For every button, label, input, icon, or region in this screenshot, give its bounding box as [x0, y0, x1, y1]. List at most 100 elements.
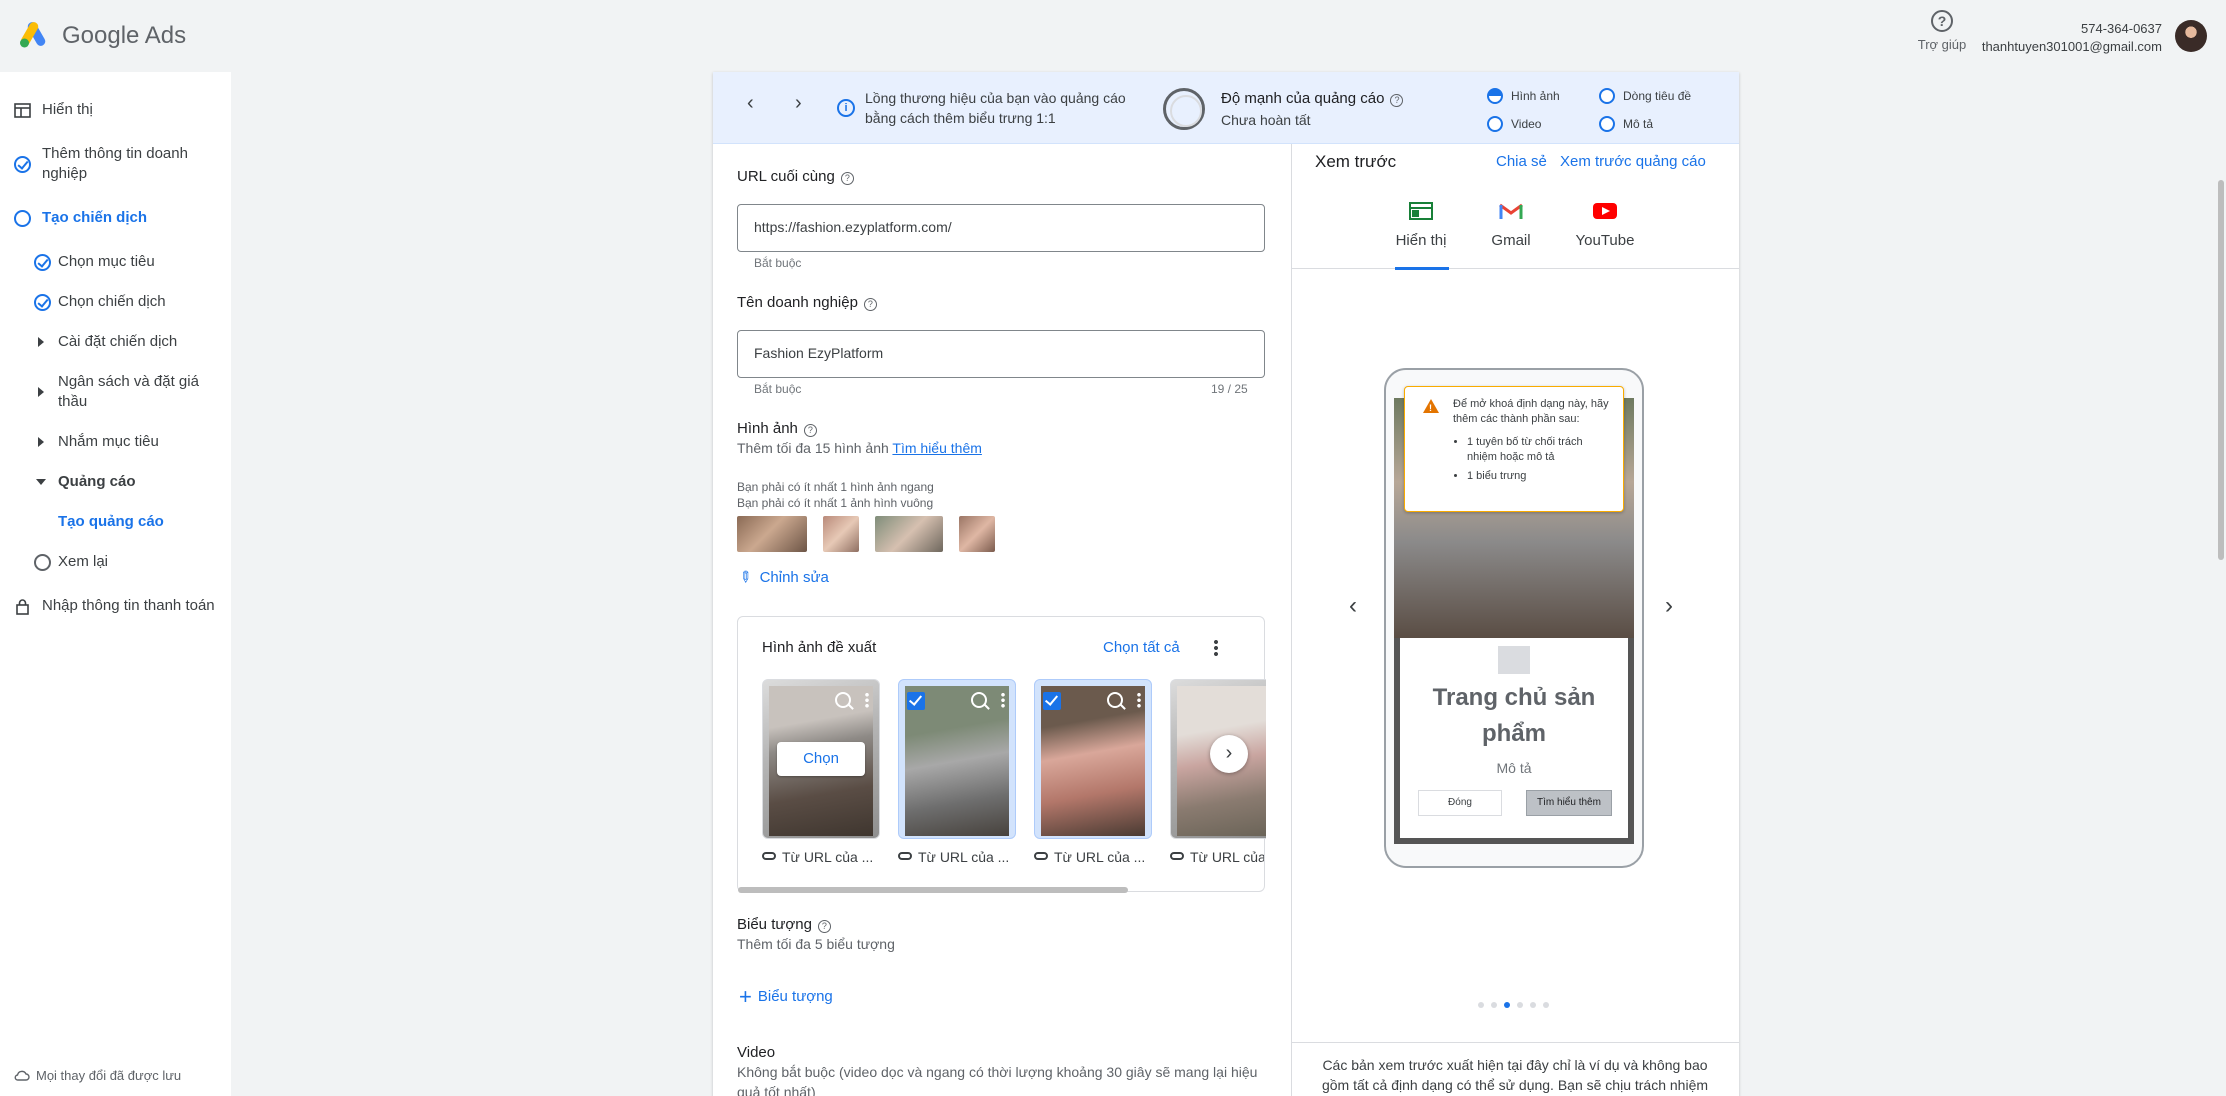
- tab-youtube[interactable]: YouTube: [1573, 202, 1637, 249]
- images-subtitle: Thêm tối đa 15 hình ảnh Tìm hiểu thêm: [737, 440, 982, 456]
- image-thumbnail[interactable]: [875, 516, 943, 552]
- prev-tip-button[interactable]: ‹: [747, 92, 754, 115]
- suggested-images-title: Hình ảnh đề xuất: [762, 639, 877, 656]
- image-thumbnail[interactable]: [959, 516, 995, 552]
- link-icon: [762, 852, 776, 860]
- more-options-icon[interactable]: [1214, 639, 1218, 657]
- ad-close-button: Đóng: [1418, 790, 1502, 816]
- zoom-icon[interactable]: [971, 692, 987, 708]
- cloud-done-icon: [14, 1070, 30, 1081]
- sidebar: Hiển thị Thêm thông tin doanh nghiệp Tạo…: [0, 72, 231, 1096]
- sidebar-item-label: Cài đặt chiến dịch: [58, 333, 178, 350]
- learn-more-link[interactable]: Tìm hiểu thêm: [892, 440, 981, 456]
- final-url-hint: Bắt buộc: [754, 256, 802, 270]
- ad-strength-status: Chưa hoàn tất: [1221, 112, 1311, 128]
- carousel-dot[interactable]: [1517, 1002, 1523, 1008]
- select-all-button[interactable]: Chọn tất cả: [1103, 639, 1180, 656]
- chevron-right-icon: ›: [1225, 742, 1233, 764]
- final-url-input[interactable]: https://fashion.ezyplatform.com/: [737, 204, 1265, 252]
- add-logo-button[interactable]: + Biểu tượng: [739, 984, 833, 1010]
- image-requirement-square: Bạn phải có ít nhất 1 ảnh hình vuông: [737, 496, 934, 510]
- help-icon[interactable]: ?: [817, 920, 831, 933]
- zoom-icon[interactable]: [1107, 692, 1123, 708]
- image-source-label: Từ URL của ...: [898, 849, 1009, 865]
- sidebar-item-label: Chọn chiến dịch: [58, 293, 166, 310]
- check-circle-icon: [34, 294, 51, 311]
- image-thumbnail[interactable]: [737, 516, 807, 552]
- chevron-right-icon: ›: [795, 92, 802, 114]
- choose-image-button[interactable]: Chọn: [777, 742, 865, 776]
- image-source-label: Từ URL của: [1170, 849, 1264, 865]
- images-label: Hình ảnh?: [737, 420, 817, 437]
- link-icon: [898, 852, 912, 860]
- page-scrollbar[interactable]: [2218, 180, 2224, 560]
- carousel-dot[interactable]: [1543, 1002, 1549, 1008]
- plus-icon: +: [739, 984, 752, 1009]
- collapse-arrow-icon: [36, 479, 46, 485]
- sidebar-item-label: Ngân sách và đặt giá thầu: [58, 373, 199, 410]
- business-name-label: Tên doanh nghiệp?: [737, 294, 877, 311]
- check-circle-icon: [34, 254, 51, 271]
- image-thumbnail[interactable]: [823, 516, 859, 552]
- horizontal-scrollbar[interactable]: [738, 887, 1128, 893]
- help-icon[interactable]: ?: [803, 424, 817, 437]
- preview-disclaimer: Các bản xem trước xuất hiện tại đây chỉ …: [1291, 1042, 1739, 1095]
- info-icon: i: [837, 99, 855, 117]
- saved-status: Mọi thay đổi đã được lưu: [14, 1068, 181, 1083]
- more-options-icon[interactable]: [865, 692, 869, 708]
- progress-circle-icon: [14, 210, 31, 227]
- preview-next-button[interactable]: ›: [1665, 592, 1673, 620]
- tab-display[interactable]: Hiển thị: [1393, 202, 1449, 249]
- help-icon[interactable]: ?: [863, 298, 877, 311]
- checkbox-checked-icon[interactable]: [907, 692, 925, 710]
- image-requirement-landscape: Bạn phải có ít nhất 1 hình ảnh ngang: [737, 480, 934, 494]
- sidebar-item-label: Hiển thị: [42, 101, 93, 118]
- ad-card-preview: Trang chủ sản phẩm Mô tả Đóng Tìm hiểu t…: [1400, 638, 1628, 838]
- carousel-dot-active[interactable]: [1504, 1002, 1510, 1008]
- ad-description: Mô tả: [1496, 760, 1532, 776]
- carousel-dot[interactable]: [1491, 1002, 1497, 1008]
- help-icon[interactable]: ?: [1390, 94, 1404, 107]
- carousel-dot[interactable]: [1530, 1002, 1536, 1008]
- business-name-counter: 19 / 25: [1211, 382, 1248, 396]
- edit-images-button[interactable]: ✎ Chỉnh sửa: [734, 567, 828, 588]
- ad-learn-more-button: Tìm hiểu thêm: [1526, 790, 1612, 816]
- suggested-image-card[interactable]: Chọn: [762, 679, 880, 839]
- preview-ad-button[interactable]: Xem trước quảng cáo: [1560, 153, 1706, 170]
- ad-strength-banner: ‹ › i Lồng thương hiệu của bạn vào quảng…: [713, 72, 1739, 144]
- preview-prev-button[interactable]: ‹: [1349, 592, 1357, 620]
- active-tab-indicator: [1395, 267, 1449, 270]
- account-email: thanhtuyen301001@gmail.com: [1981, 39, 2162, 54]
- avatar[interactable]: [2175, 20, 2207, 52]
- link-icon: [1170, 852, 1184, 860]
- carousel-dot[interactable]: [1478, 1002, 1484, 1008]
- more-options-icon[interactable]: [1001, 692, 1005, 708]
- unlock-format-warning: Để mở khoá định dạng này, hãy thêm các t…: [1404, 386, 1624, 512]
- business-name-input[interactable]: Fashion EzyPlatform: [737, 330, 1265, 378]
- checkbox-checked-icon[interactable]: [1043, 692, 1061, 710]
- sidebar-item-label: Thêm thông tin doanh nghiệp: [42, 145, 188, 182]
- sidebar-item-label: Nhập thông tin thanh toán: [42, 597, 215, 614]
- next-tip-button[interactable]: ›: [795, 92, 802, 115]
- tab-gmail[interactable]: Gmail: [1487, 202, 1535, 249]
- suggested-images-panel: Hình ảnh đề xuất Chọn tất cả Chọn › Từ U…: [737, 616, 1266, 893]
- carousel-next-button[interactable]: ›: [1210, 735, 1248, 773]
- phone-preview: Trang chủ sản phẩm Mô tả Đóng Tìm hiểu t…: [1384, 368, 1644, 868]
- help-icon[interactable]: ?: [840, 172, 854, 185]
- help-icon: ?: [1931, 10, 1953, 32]
- help-label: Trợ giúp: [1917, 37, 1967, 52]
- requirement-video: Video: [1487, 116, 1541, 132]
- empty-circle-icon: [34, 554, 51, 571]
- share-button[interactable]: Chia sẻ: [1496, 153, 1547, 170]
- suggested-image-card[interactable]: [1034, 679, 1152, 839]
- ad-headline: Trang chủ sản phẩm: [1432, 684, 1596, 747]
- google-ads-logo[interactable]: [18, 18, 50, 50]
- account-info[interactable]: 574-364-0637 thanhtuyen301001@gmail.com: [1982, 20, 2162, 56]
- help-button[interactable]: ? Trợ giúp: [1916, 10, 1968, 52]
- more-options-icon[interactable]: [1137, 692, 1141, 708]
- requirement-description: Mô tả: [1599, 116, 1653, 132]
- sidebar-item-label: Tạo quảng cáo: [58, 513, 164, 530]
- suggested-image-card[interactable]: [898, 679, 1016, 839]
- zoom-icon[interactable]: [835, 692, 851, 708]
- top-bar: Google Ads ? Trợ giúp 574-364-0637 thanh…: [0, 0, 2226, 72]
